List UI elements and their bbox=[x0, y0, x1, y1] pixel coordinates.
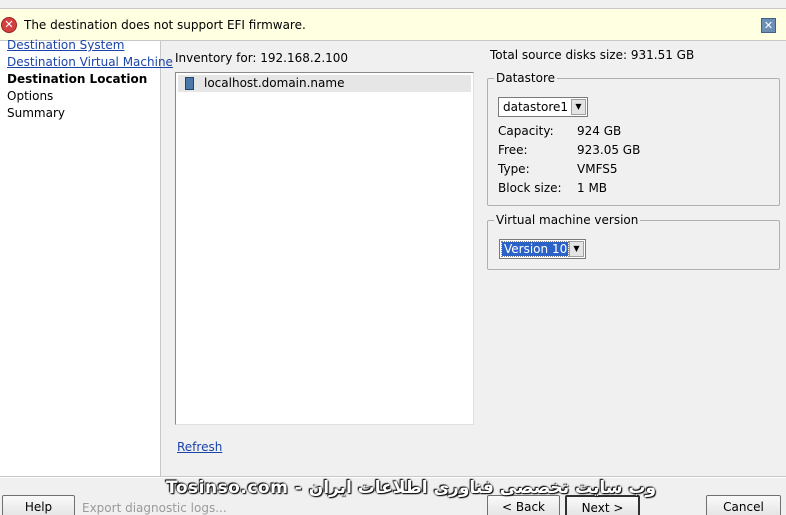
nav-item-destination-system[interactable]: Destination System bbox=[7, 38, 124, 52]
total-source-disks-size: Total source disks size: 931.51 GB bbox=[490, 48, 695, 62]
vm-version-group-title: Virtual machine version bbox=[494, 213, 641, 227]
server-icon bbox=[185, 77, 194, 90]
host-name: localhost.domain.name bbox=[204, 76, 345, 90]
nav-item-summary: Summary bbox=[7, 106, 65, 120]
datastore-select-value: datastore1 bbox=[503, 100, 569, 114]
export-diagnostic-logs-link[interactable]: Export diagnostic logs... bbox=[82, 501, 227, 515]
watermark: Tosinso.com - وب سایت تخصصی فناوری اطلاع… bbox=[166, 478, 657, 498]
vm-version-select-value: Version 10 bbox=[501, 241, 569, 257]
banner-message: The destination does not support EFI fir… bbox=[24, 18, 306, 32]
wizard-steps-sidebar: Destination System Destination Virtual M… bbox=[0, 38, 173, 476]
error-icon: ✕ bbox=[1, 17, 17, 33]
vm-version-select[interactable]: Version 10 ▼ bbox=[499, 239, 586, 259]
block-size-value: 1 MB bbox=[577, 181, 608, 195]
chevron-down-icon[interactable]: ▼ bbox=[569, 241, 584, 257]
type-value: VMFS5 bbox=[577, 162, 618, 176]
nav-item-options: Options bbox=[7, 89, 54, 103]
chevron-down-icon[interactable]: ▼ bbox=[571, 99, 586, 115]
capacity-label: Capacity: bbox=[498, 124, 554, 138]
block-size-label: Block size: bbox=[498, 181, 562, 195]
cancel-button[interactable]: Cancel bbox=[706, 495, 781, 515]
nav-item-destination-virtual-machine[interactable]: Destination Virtual Machine bbox=[7, 55, 173, 69]
free-value: 923.05 GB bbox=[577, 143, 641, 157]
free-label: Free: bbox=[498, 143, 528, 157]
refresh-link[interactable]: Refresh bbox=[177, 440, 222, 454]
datastore-select[interactable]: datastore1 ▼ bbox=[498, 97, 588, 117]
help-button[interactable]: Help bbox=[2, 495, 75, 515]
next-button[interactable]: Next > bbox=[565, 495, 640, 515]
capacity-value: 924 GB bbox=[577, 124, 622, 138]
error-banner: ✕ The destination does not support EFI f… bbox=[0, 8, 786, 41]
back-button[interactable]: < Back bbox=[487, 495, 560, 515]
inventory-host-row[interactable]: localhost.domain.name bbox=[178, 75, 471, 92]
type-label: Type: bbox=[498, 162, 530, 176]
inventory-label: Inventory for: 192.168.2.100 bbox=[175, 51, 349, 65]
close-icon[interactable]: ✕ bbox=[761, 18, 776, 33]
inventory-tree[interactable]: localhost.domain.name bbox=[175, 72, 474, 425]
datastore-group-title: Datastore bbox=[494, 71, 558, 85]
nav-item-destination-location: Destination Location bbox=[7, 72, 148, 86]
